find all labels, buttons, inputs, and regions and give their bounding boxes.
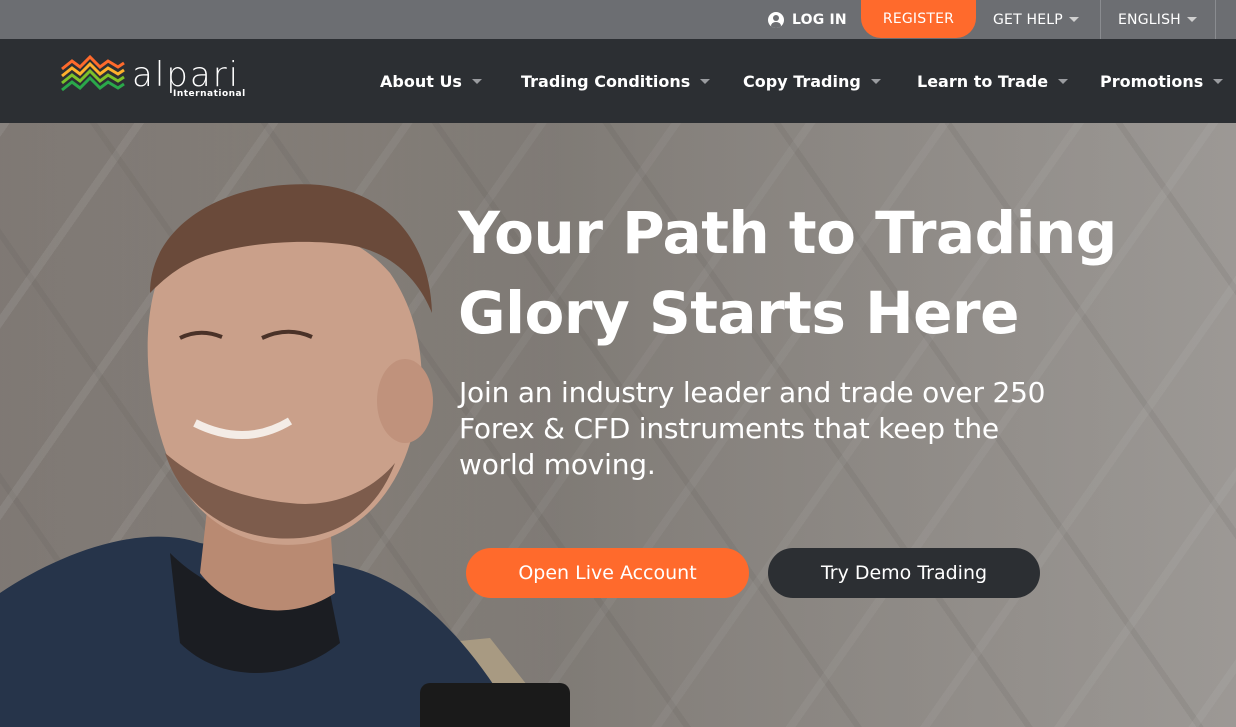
nav-item-label: Promotions bbox=[1100, 71, 1204, 91]
logo-mark-icon bbox=[61, 55, 125, 92]
register-label: REGISTER bbox=[882, 11, 955, 27]
headline-line: Your Path to Trading bbox=[458, 199, 1117, 267]
chevron-down-icon bbox=[700, 78, 711, 84]
get-help-dropdown[interactable]: GET HELP bbox=[993, 0, 1079, 39]
nav-item-trading-conditions[interactable]: Trading Conditions bbox=[521, 39, 711, 123]
button-label: Try Demo Trading bbox=[820, 562, 988, 584]
chevron-down-icon bbox=[471, 78, 482, 84]
hero-section: Your Path to Trading Glory Starts Here J… bbox=[0, 123, 1236, 727]
headline-line: Glory Starts Here bbox=[458, 279, 1019, 347]
login-label: LOG IN bbox=[792, 11, 847, 28]
button-label: Open Live Account bbox=[518, 562, 697, 584]
logo-wordmark: alpari bbox=[132, 55, 241, 95]
top-utility-bar: LOG IN REGISTER GET HELP ENGLISH bbox=[0, 0, 1236, 39]
get-help-label: GET HELP bbox=[993, 11, 1063, 28]
language-label: ENGLISH bbox=[1118, 11, 1181, 28]
language-selector[interactable]: ENGLISH bbox=[1100, 0, 1216, 39]
chevron-down-icon bbox=[870, 78, 881, 84]
alpari-logo[interactable]: alpari International bbox=[60, 53, 250, 103]
nav-item-label: Trading Conditions bbox=[521, 71, 691, 91]
nav-item-copy-trading[interactable]: Copy Trading bbox=[743, 39, 881, 123]
subline-line: world moving. bbox=[459, 448, 656, 481]
login-link[interactable]: LOG IN bbox=[768, 0, 847, 39]
nav-item-learn-to-trade[interactable]: Learn to Trade bbox=[917, 39, 1069, 123]
logo-tagline: International bbox=[173, 89, 246, 99]
chevron-down-icon bbox=[1058, 78, 1069, 84]
subline-line: Join an industry leader and trade over 2… bbox=[459, 376, 1046, 409]
nav-item-label: About Us bbox=[380, 71, 462, 91]
nav-item-label: Learn to Trade bbox=[917, 71, 1049, 91]
nav-item-label: Copy Trading bbox=[743, 71, 861, 91]
main-navigation: alpari International About Us Trading Co… bbox=[0, 39, 1236, 123]
chevron-down-icon bbox=[1068, 17, 1079, 22]
nav-item-about-us[interactable]: About Us bbox=[380, 39, 482, 123]
user-icon bbox=[768, 11, 784, 28]
chevron-down-icon bbox=[1213, 78, 1224, 84]
hero-subheadline: Join an industry leader and trade over 2… bbox=[459, 375, 1119, 483]
register-button[interactable]: REGISTER bbox=[861, 0, 976, 38]
chevron-down-icon bbox=[1186, 17, 1197, 22]
subline-line: Forex & CFD instruments that keep the bbox=[459, 412, 999, 445]
hero-headline: Your Path to Trading Glory Starts Here bbox=[458, 193, 1158, 353]
open-live-account-button[interactable]: Open Live Account bbox=[466, 548, 749, 598]
try-demo-trading-button[interactable]: Try Demo Trading bbox=[768, 548, 1040, 598]
nav-item-promotions[interactable]: Promotions bbox=[1100, 39, 1224, 123]
